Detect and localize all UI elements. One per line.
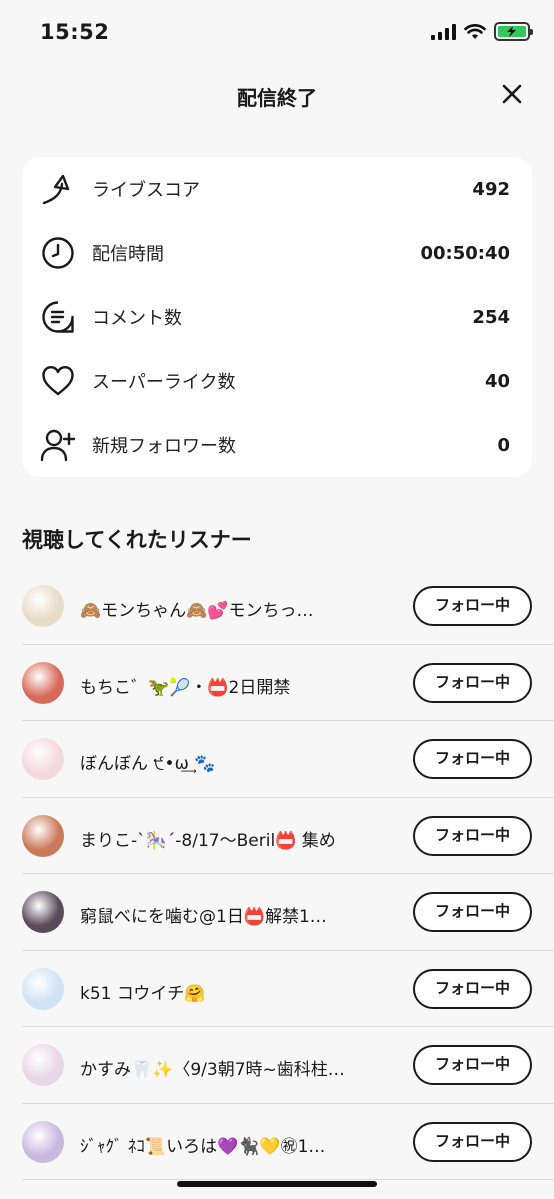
listener-name: かすみ🦷✨〈9/3朝7時~歯科柱…: [80, 1060, 345, 1080]
stat-row-comments: コメント数 254: [22, 285, 532, 349]
avatar[interactable]: [22, 891, 64, 933]
stat-row-super-likes: スーパーライク数 40: [22, 349, 532, 413]
stat-row-live-score: ライブスコア 492: [22, 157, 532, 221]
follow-button[interactable]: フォロー中: [413, 662, 532, 703]
stat-label: 配信時間: [92, 244, 164, 265]
stat-value: 254: [472, 306, 510, 328]
listener-name: まりこ-ˋ🎠ˊ-8/17〜Beril📛 集め: [80, 830, 336, 851]
listener-name: k51 コウイチ🤗: [80, 983, 206, 1004]
list-item[interactable]: 🙈モンちゃん🙈💕モンちっ… フォロー中: [22, 568, 554, 645]
list-item[interactable]: k51 コウイチ🤗 フォロー中: [22, 951, 554, 1027]
close-icon: [502, 84, 522, 104]
follow-button[interactable]: フォロー中: [413, 968, 532, 1009]
status-bar: 15:52: [0, 0, 554, 66]
user-plus-icon: [40, 427, 76, 463]
follow-button[interactable]: フォロー中: [413, 892, 532, 932]
avatar[interactable]: [22, 661, 64, 704]
avatar[interactable]: [22, 738, 64, 780]
avatar[interactable]: [22, 1044, 64, 1086]
status-time: 15:52: [40, 20, 110, 44]
listener-name: 窮鼠べにを噛む@1日📛解禁1…: [80, 907, 327, 927]
page-title: 配信終了: [237, 86, 317, 110]
list-item[interactable]: 窮鼠べにを噛む@1日📛解禁1… フォロー中: [22, 874, 554, 951]
status-icons: [431, 22, 533, 41]
heart-icon: [40, 363, 76, 399]
stat-row-duration: 配信時間 00:50:40: [22, 221, 532, 285]
listener-name: ぼんぼん ੯•ω͢ 🐾: [80, 754, 216, 774]
stat-label: コメント数: [92, 308, 182, 329]
follow-button[interactable]: フォロー中: [413, 815, 532, 856]
avatar[interactable]: [22, 585, 64, 627]
stat-value: 492: [472, 178, 510, 200]
list-item[interactable]: かすみ🦷✨〈9/3朝7時~歯科柱… フォロー中: [22, 1027, 554, 1104]
stat-label: 新規フォロワー数: [92, 436, 236, 457]
stat-label: スーパーライク数: [92, 372, 236, 393]
wifi-icon: [464, 23, 486, 39]
section-title: 視聴してくれたリスナー: [22, 528, 252, 552]
list-item[interactable]: もちこ゛🦖🎾・📛2日開禁 フォロー中: [22, 645, 554, 721]
stat-value: 40: [484, 370, 510, 392]
stat-label: ライブスコア: [92, 180, 200, 201]
listener-name: もちこ゛🦖🎾・📛2日開禁: [80, 677, 291, 698]
battery-icon: [494, 22, 533, 41]
follow-button[interactable]: フォロー中: [413, 586, 532, 626]
comment-icon: [40, 299, 76, 335]
stat-value: 0: [497, 434, 510, 456]
avatar[interactable]: [22, 814, 64, 857]
header: 配信終了: [0, 66, 554, 126]
list-item[interactable]: ｼﾞｬｸﾞ ﾈｺ📜いろは💜🐈‍⬛💛㊗1… フォロー中: [22, 1104, 554, 1180]
listener-name: 🙈モンちゃん🙈💕モンちっ…: [80, 601, 314, 621]
avatar[interactable]: [22, 1120, 64, 1163]
cellular-signal-icon: [431, 23, 456, 40]
clock-icon: [40, 235, 76, 271]
listener-list: 🙈モンちゃん🙈💕モンちっ… フォロー中 もちこ゛🦖🎾・📛2日開禁 フォロー中 ぼ…: [0, 568, 554, 1180]
avatar[interactable]: [22, 967, 64, 1010]
list-item[interactable]: まりこ-ˋ🎠ˊ-8/17〜Beril📛 集め フォロー中: [22, 798, 554, 874]
stat-row-new-followers: 新規フォロワー数 0: [22, 413, 532, 477]
list-item[interactable]: ぼんぼん ੯•ω͢ 🐾 フォロー中: [22, 721, 554, 798]
follow-button[interactable]: フォロー中: [413, 1121, 532, 1162]
close-button[interactable]: [500, 82, 524, 106]
follow-button[interactable]: フォロー中: [413, 739, 532, 779]
home-indicator[interactable]: [177, 1181, 377, 1187]
arrow-up-icon: [40, 171, 76, 207]
stats-card: ライブスコア 492 配信時間 00:50:40 コメント数 254 スーパーラ…: [22, 157, 532, 477]
follow-button[interactable]: フォロー中: [413, 1045, 532, 1085]
stat-value: 00:50:40: [420, 242, 510, 264]
listener-name: ｼﾞｬｸﾞ ﾈｺ📜いろは💜🐈‍⬛💛㊗1…: [80, 1136, 326, 1157]
